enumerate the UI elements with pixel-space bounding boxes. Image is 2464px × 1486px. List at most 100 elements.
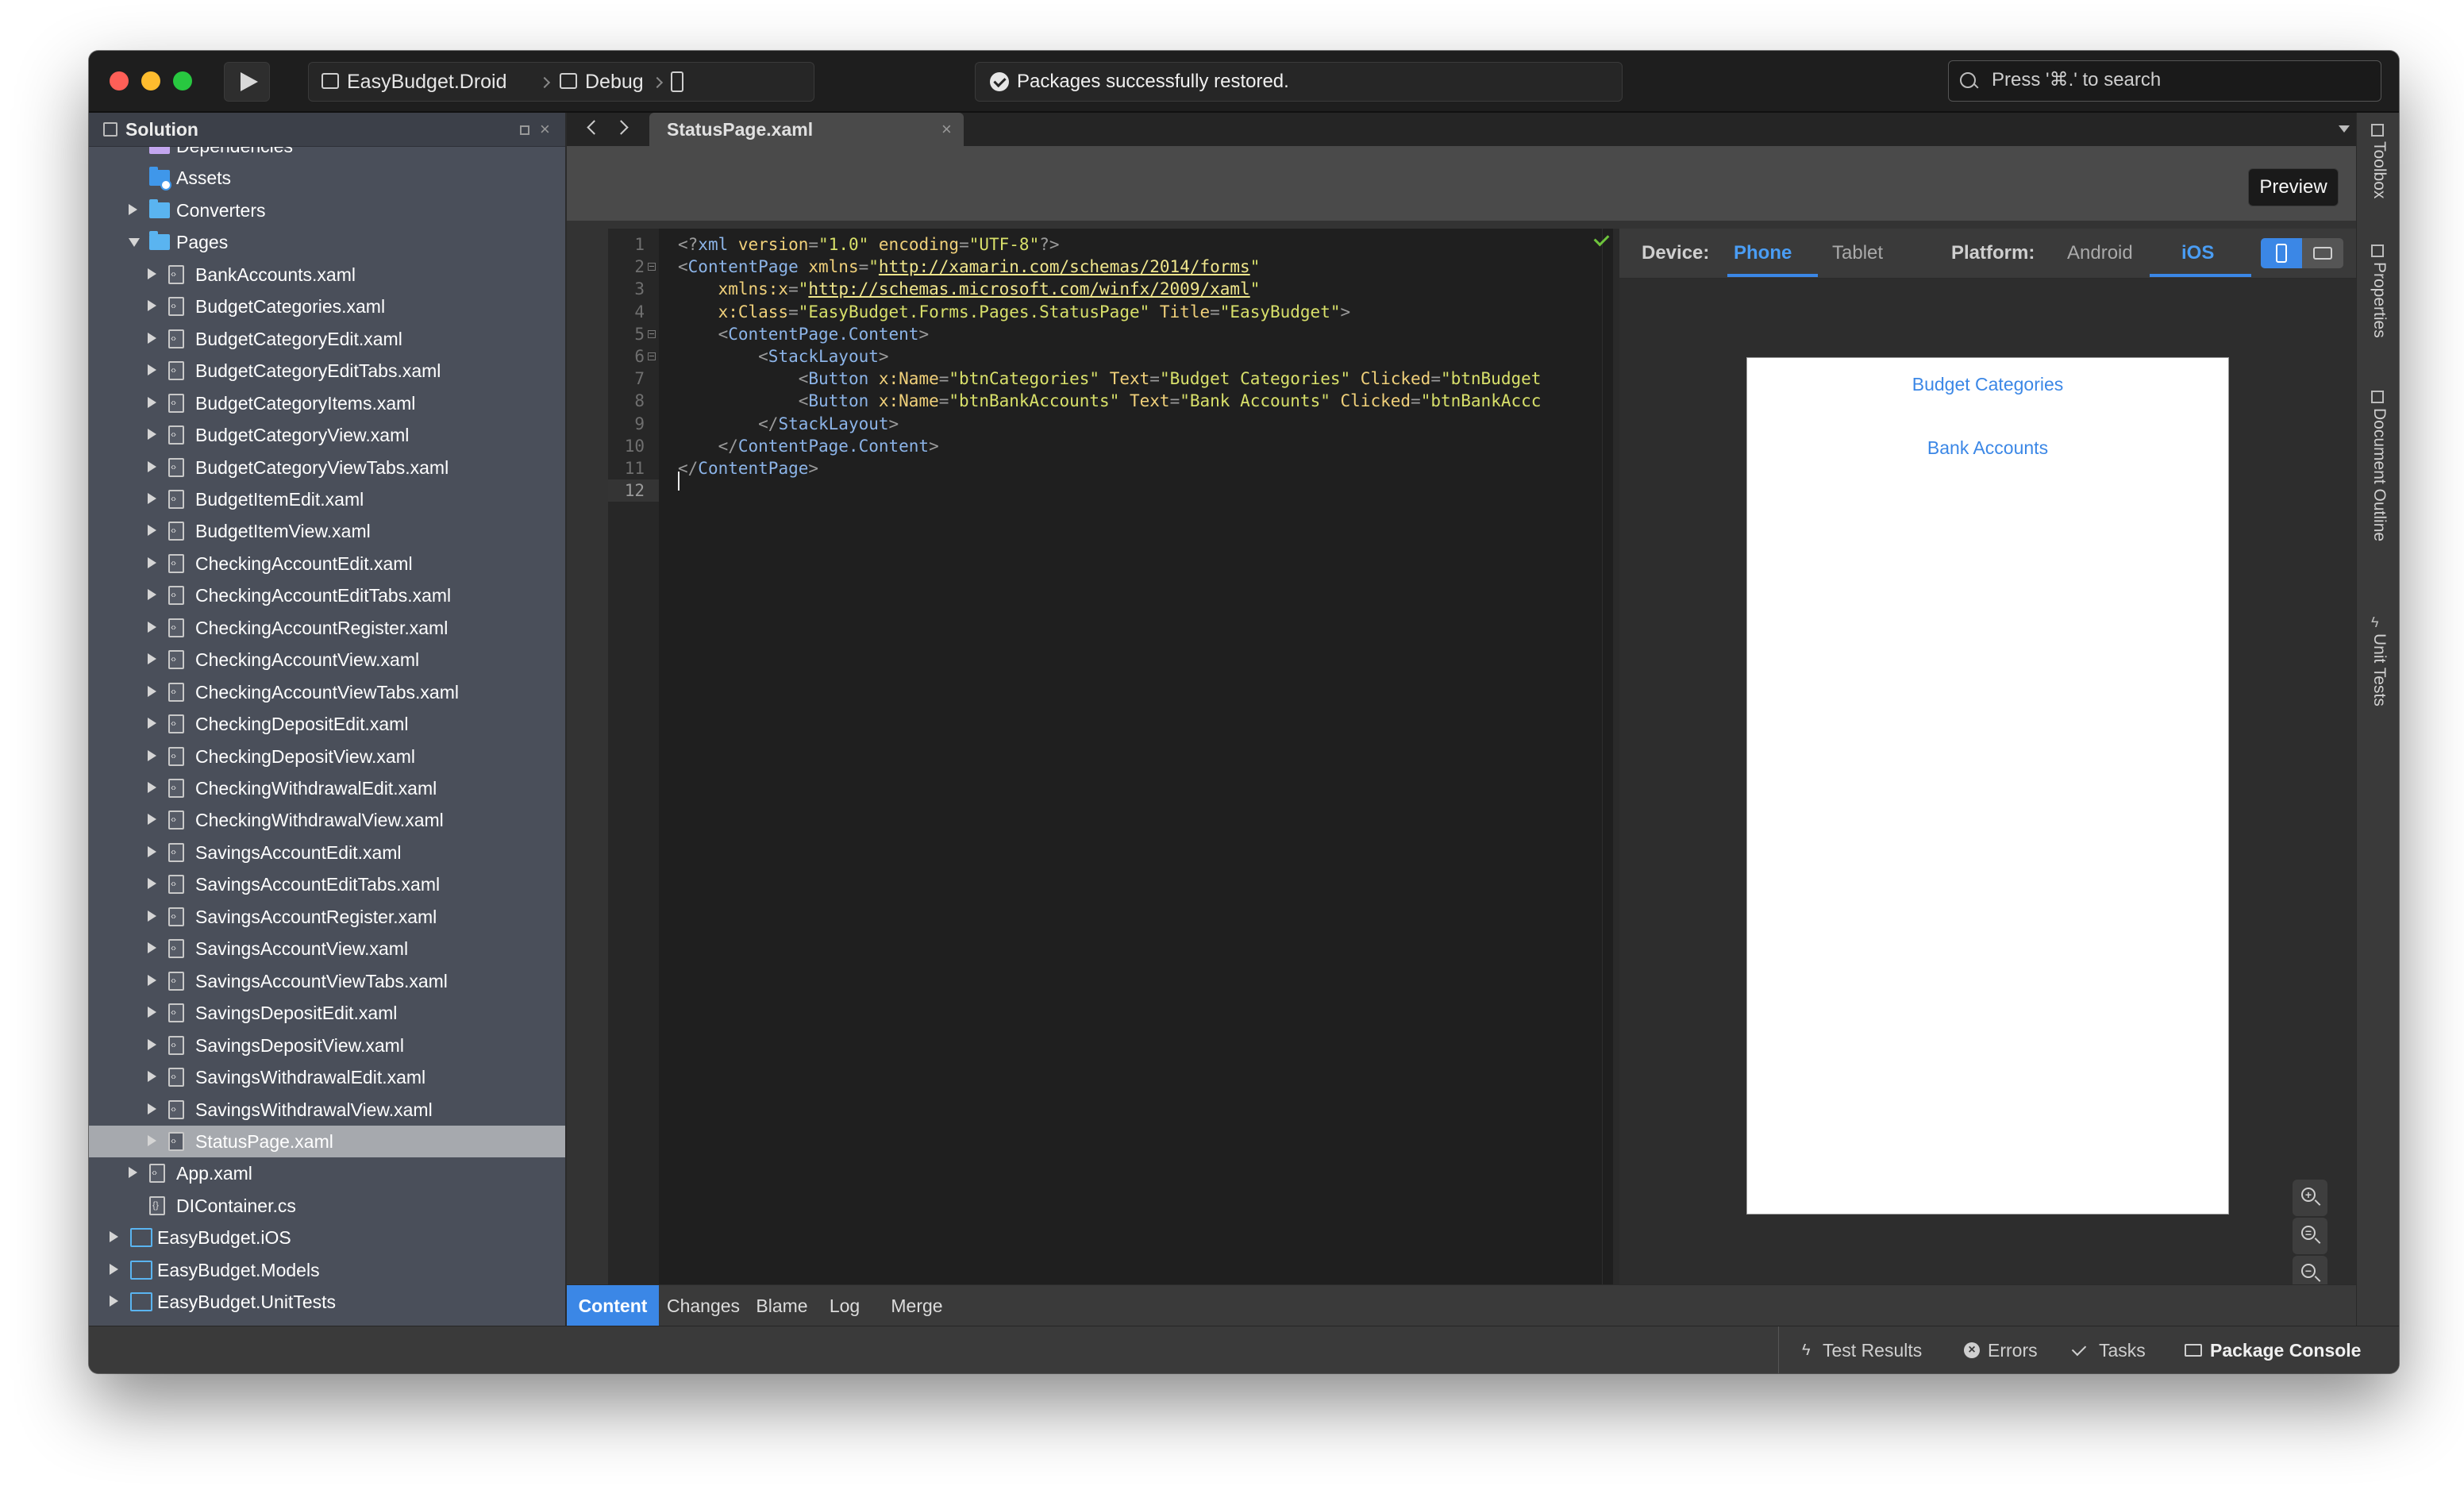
disclosure-closed-icon[interactable]: [148, 268, 156, 279]
tree-item[interactable]: CheckingAccountViewTabs.xaml: [89, 676, 565, 708]
disclosure-closed-icon[interactable]: [148, 814, 156, 826]
tree-item[interactable]: Dependencies: [89, 146, 565, 162]
disclosure-closed-icon[interactable]: [129, 1167, 137, 1179]
disclosure-closed-icon[interactable]: [148, 845, 156, 857]
tree-item[interactable]: BudgetCategoryEditTabs.xaml: [89, 355, 565, 387]
disclosure-closed-icon[interactable]: [110, 1231, 118, 1243]
tree-item[interactable]: SavingsAccountEdit.xaml: [89, 837, 565, 868]
tasks-button[interactable]: Tasks: [2099, 1326, 2146, 1373]
landscape-orientation-button[interactable]: [2302, 238, 2343, 268]
chevron-down-icon[interactable]: [2339, 125, 2350, 133]
disclosure-closed-icon[interactable]: [148, 525, 156, 537]
disclosure-closed-icon[interactable]: [148, 1007, 156, 1018]
disclosure-closed-icon[interactable]: [148, 300, 156, 312]
platform-ios-tab[interactable]: iOS: [2181, 229, 2214, 278]
tree-item[interactable]: EasyBudget.Models: [89, 1254, 565, 1286]
disclosure-closed-icon[interactable]: [148, 460, 156, 472]
config-selector[interactable]: Debug: [585, 63, 644, 101]
errors-button[interactable]: Errors: [1988, 1326, 2038, 1373]
tree-item[interactable]: SavingsDepositView.xaml: [89, 1030, 565, 1061]
tab-content[interactable]: Content: [567, 1285, 659, 1326]
close-tab-icon[interactable]: ×: [941, 113, 952, 146]
disclosure-closed-icon[interactable]: [148, 782, 156, 793]
disclosure-closed-icon[interactable]: [148, 974, 156, 986]
disclosure-closed-icon[interactable]: [148, 589, 156, 601]
tree-item[interactable]: BudgetCategoryView.xaml: [89, 419, 565, 451]
preview-bank-accounts-button[interactable]: Bank Accounts: [1747, 437, 2228, 459]
disclosure-closed-icon[interactable]: [148, 492, 156, 504]
float-pad-icon[interactable]: [520, 125, 529, 135]
device-phone-tab[interactable]: Phone: [1734, 229, 1792, 278]
tree-item[interactable]: CheckingAccountEditTabs.xaml: [89, 579, 565, 611]
tree-item[interactable]: SavingsWithdrawalView.xaml: [89, 1094, 565, 1126]
disclosure-closed-icon[interactable]: [148, 621, 156, 633]
search-input[interactable]: [1992, 61, 2373, 99]
project-selector[interactable]: EasyBudget.Droid: [347, 63, 507, 101]
tree-item[interactable]: BudgetCategoryItems.xaml: [89, 387, 565, 419]
tree-item[interactable]: CheckingWithdrawalView.xaml: [89, 804, 565, 836]
tree-item[interactable]: BankAccounts.xaml: [89, 259, 565, 291]
tree-item[interactable]: App.xaml: [89, 1157, 565, 1189]
disclosure-closed-icon[interactable]: [148, 653, 156, 665]
disclosure-closed-icon[interactable]: [148, 1071, 156, 1083]
tree-item[interactable]: Converters: [89, 194, 565, 226]
disclosure-closed-icon[interactable]: [129, 203, 137, 215]
disclosure-open-icon[interactable]: [129, 238, 140, 248]
tree-item[interactable]: BudgetCategoryViewTabs.xaml: [89, 452, 565, 483]
package-console-button[interactable]: Package Console: [2210, 1326, 2361, 1373]
tree-item[interactable]: SavingsWithdrawalEdit.xaml: [89, 1061, 565, 1093]
disclosure-closed-icon[interactable]: [148, 1134, 156, 1146]
close-pad-icon[interactable]: ×: [540, 117, 550, 141]
tree-item[interactable]: BudgetItemView.xaml: [89, 515, 565, 547]
disclosure-closed-icon[interactable]: [148, 685, 156, 697]
disclosure-closed-icon[interactable]: [110, 1263, 118, 1275]
properties-pad-button[interactable]: Properties: [2357, 244, 2399, 364]
disclosure-closed-icon[interactable]: [148, 942, 156, 954]
disclosure-closed-icon[interactable]: [148, 910, 156, 922]
global-search[interactable]: [1948, 60, 2381, 102]
device-tablet-tab[interactable]: Tablet: [1832, 229, 1883, 278]
run-button[interactable]: [224, 62, 270, 102]
tree-item[interactable]: SavingsAccountViewTabs.xaml: [89, 965, 565, 997]
tree-item[interactable]: Assets: [89, 162, 565, 194]
navigate-forward-icon[interactable]: [614, 120, 629, 135]
tree-item[interactable]: SavingsAccountView.xaml: [89, 933, 565, 964]
unit-tests-pad-button[interactable]: ϟ Unit Tests: [2357, 615, 2399, 727]
tree-item[interactable]: BudgetCategories.xaml: [89, 291, 565, 322]
zoom-fit-button[interactable]: =: [2293, 1218, 2327, 1254]
tab-changes[interactable]: Changes: [664, 1285, 743, 1326]
fold-toggle-icon[interactable]: [648, 329, 656, 338]
tab-log[interactable]: Log: [819, 1285, 870, 1326]
close-window-button[interactable]: [110, 71, 129, 90]
tree-item[interactable]: EasyBudget.UnitTests: [89, 1286, 565, 1318]
preview-button[interactable]: Preview: [2248, 168, 2339, 206]
fold-toggle-icon[interactable]: [648, 352, 656, 360]
disclosure-closed-icon[interactable]: [110, 1295, 118, 1307]
tree-item-selected[interactable]: StatusPage.xaml: [89, 1125, 565, 1157]
tree-item[interactable]: CheckingAccountRegister.xaml: [89, 612, 565, 644]
zoom-in-button[interactable]: +: [2293, 1180, 2327, 1216]
tree-item[interactable]: CheckingDepositEdit.xaml: [89, 708, 565, 740]
platform-android-tab[interactable]: Android: [2067, 229, 2133, 278]
document-outline-pad-button[interactable]: Document Outline: [2357, 391, 2399, 573]
disclosure-closed-icon[interactable]: [148, 396, 156, 408]
fold-toggle-icon[interactable]: [648, 263, 656, 271]
toolbox-pad-button[interactable]: Toolbox: [2357, 124, 2399, 227]
tree-item[interactable]: CheckingAccountView.xaml: [89, 644, 565, 676]
tree-item[interactable]: EasyBudget.iOS: [89, 1222, 565, 1253]
editor-preview-splitter[interactable]: [1613, 229, 1619, 1284]
minimize-window-button[interactable]: [141, 71, 160, 90]
test-results-button[interactable]: Test Results: [1823, 1326, 1922, 1373]
device-selector-phone-icon[interactable]: [671, 71, 683, 92]
tree-item[interactable]: BudgetItemEdit.xaml: [89, 483, 565, 515]
tab-merge[interactable]: Merge: [880, 1285, 954, 1326]
disclosure-closed-icon[interactable]: [148, 429, 156, 441]
code-editor[interactable]: 1 2 3 4 5 6 7 8 9 10 11 12 <?xml version="1.0" enco…: [608, 229, 1613, 1284]
tab-blame[interactable]: Blame: [749, 1285, 814, 1326]
disclosure-closed-icon[interactable]: [148, 364, 156, 376]
tree-item[interactable]: DIContainer.cs: [89, 1190, 565, 1222]
tree-item[interactable]: SavingsAccountEditTabs.xaml: [89, 868, 565, 900]
preview-budget-categories-button[interactable]: Budget Categories: [1747, 374, 2228, 395]
disclosure-closed-icon[interactable]: [148, 749, 156, 761]
navigate-back-icon[interactable]: [587, 120, 602, 135]
